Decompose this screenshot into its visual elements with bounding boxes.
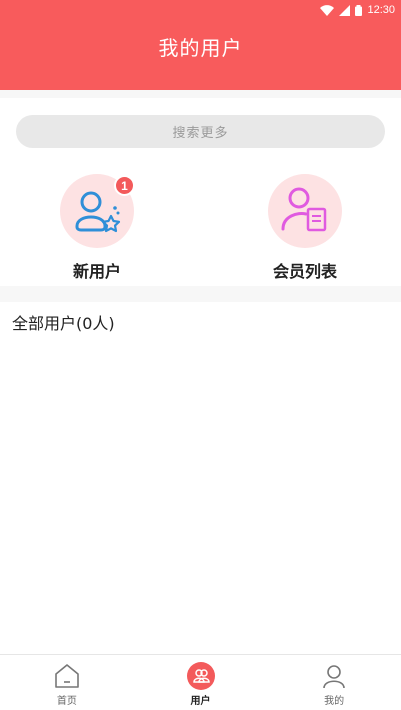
member-list-label: 会员列表 (272, 262, 337, 281)
search-input[interactable]: 搜索更多 (16, 115, 385, 148)
tab-profile[interactable]: 我的 (267, 655, 401, 710)
bottom-tab-bar: 首页 用户 我的 (0, 654, 401, 710)
new-users-label: 新用户 (72, 262, 121, 281)
status-bar: 12:30 (320, 0, 395, 20)
tab-home[interactable]: 首页 (0, 655, 134, 710)
signal-icon (339, 4, 351, 16)
member-list-entry[interactable]: 会员列表 (245, 174, 365, 282)
new-users-entry[interactable]: 1 新用户 (37, 174, 157, 282)
all-users-heading: 全部用户(0人) (12, 314, 115, 333)
new-user-icon-circle: 1 (60, 174, 135, 248)
header-bar: 12:30 我的用户 (0, 0, 401, 90)
wifi-icon (320, 4, 335, 16)
member-list-icon-circle (268, 174, 342, 248)
users-icon (192, 669, 210, 683)
tab-users-label: 用户 (190, 696, 211, 707)
tab-home-label: 首页 (56, 696, 77, 707)
status-time: 12:30 (367, 4, 395, 16)
divider (0, 90, 401, 98)
search-placeholder: 搜索更多 (172, 126, 229, 141)
new-user-badge: 1 (114, 175, 135, 196)
page-title: 我的用户 (158, 36, 243, 60)
tab-profile-label: 我的 (324, 696, 345, 707)
divider (0, 286, 401, 302)
tab-users[interactable]: 用户 (134, 655, 268, 710)
profile-icon (323, 665, 345, 689)
home-icon (55, 664, 79, 688)
battery-icon (355, 4, 363, 16)
member-list-icon (281, 187, 327, 232)
